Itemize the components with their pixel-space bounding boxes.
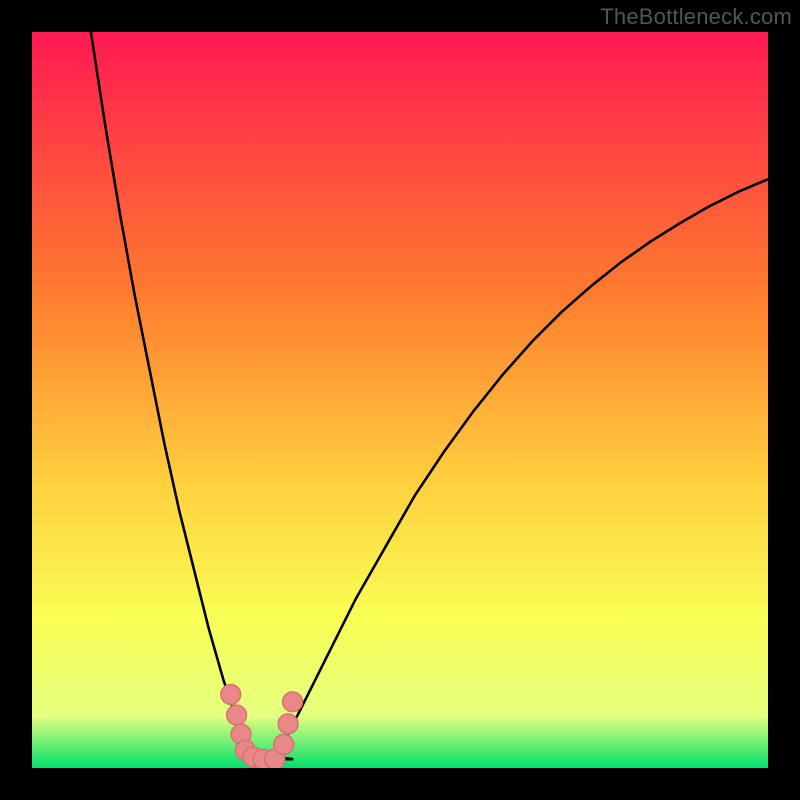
data-marker — [221, 684, 241, 704]
data-marker — [227, 705, 247, 725]
plot-area — [32, 32, 768, 768]
chart-frame: TheBottleneck.com — [0, 0, 800, 800]
gradient-background — [32, 32, 768, 768]
data-marker — [283, 692, 303, 712]
bottleneck-curve-chart — [32, 32, 768, 768]
data-marker — [274, 735, 294, 755]
data-marker — [278, 714, 298, 734]
watermark-text: TheBottleneck.com — [600, 4, 792, 30]
